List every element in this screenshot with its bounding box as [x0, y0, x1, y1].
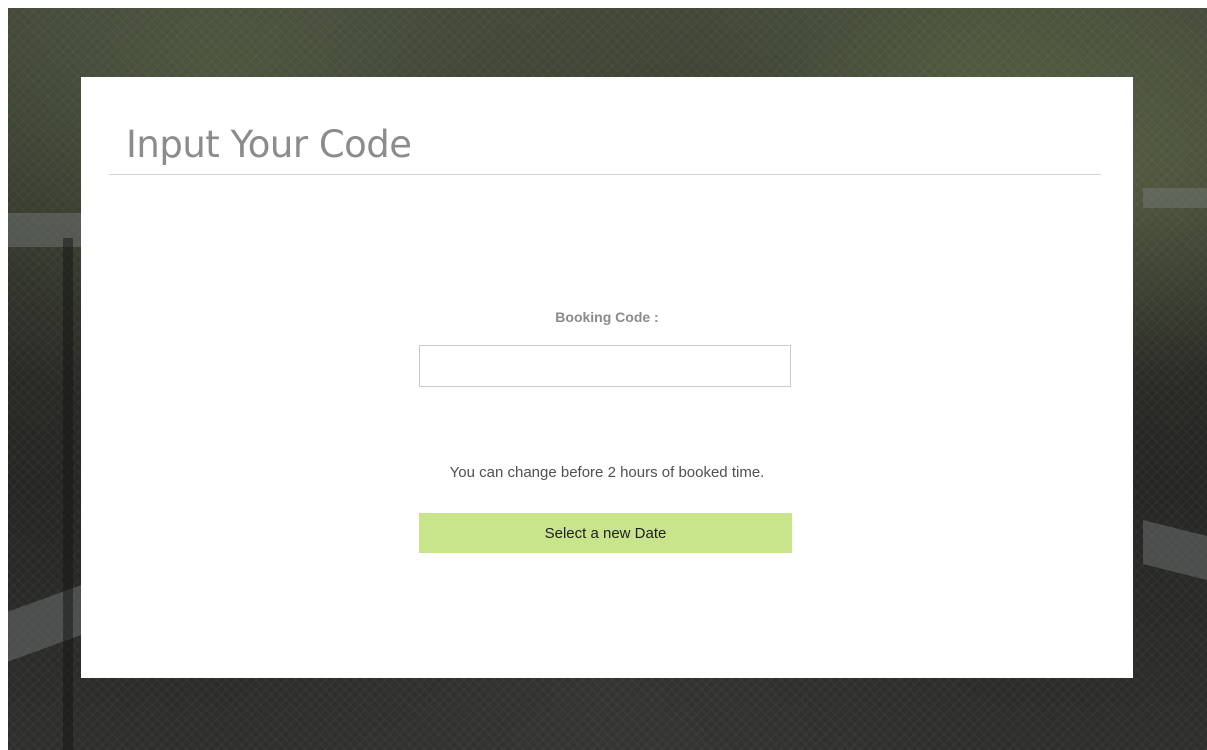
- title-divider: [109, 174, 1101, 175]
- booking-code-label: Booking Code :: [555, 309, 659, 325]
- fence-post: [63, 238, 73, 750]
- fence-rail: [1143, 188, 1207, 208]
- code-entry-card: Input Your Code Booking Code : You can c…: [81, 77, 1133, 678]
- change-policy-notice: You can change before 2 hours of booked …: [449, 464, 765, 481]
- booking-code-input[interactable]: [419, 345, 791, 387]
- page-title: Input Your Code: [126, 123, 412, 166]
- select-new-date-button[interactable]: Select a new Date: [419, 513, 792, 553]
